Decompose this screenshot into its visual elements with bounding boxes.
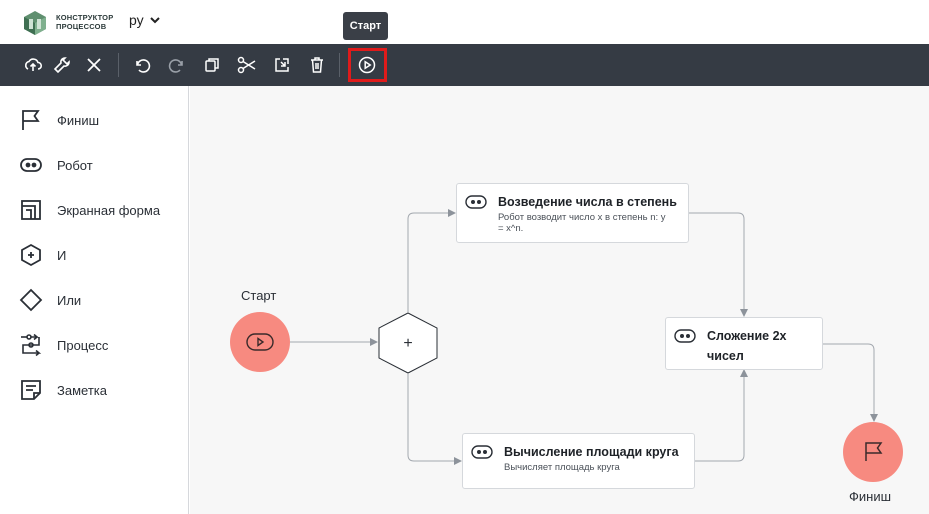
card-title: Вычисление площади круга <box>504 445 679 459</box>
card-description-line: = x^n. <box>498 223 524 234</box>
play-icon <box>246 333 274 351</box>
card-title-line: Сложение 2х <box>707 329 787 343</box>
start-node-label: Старт <box>241 288 277 303</box>
robot-icon <box>465 195 487 209</box>
edge-gate-area <box>407 374 462 465</box>
start-node[interactable] <box>230 312 290 372</box>
card-title: Возведение числа в степень <box>498 195 677 209</box>
card-description: Вычисляет площадь круга <box>504 462 620 473</box>
edge-area-sum <box>695 369 748 462</box>
card-description-line: Робот возводит число x в степень n: y <box>498 212 666 223</box>
card-description: Робот возводит число x в степень n: y = … <box>498 212 666 234</box>
finish-node[interactable] <box>843 422 903 482</box>
edge-power-sum <box>689 212 748 317</box>
and-gate-node[interactable]: + <box>378 312 438 374</box>
finish-node-label: Финиш <box>849 489 892 504</box>
robot-icon <box>674 329 696 343</box>
robot-card-area[interactable]: Вычисление площади круга Вычисляет площа… <box>462 433 695 489</box>
edge-sum-finish <box>823 343 878 422</box>
flag-icon <box>865 442 883 461</box>
robot-card-sum[interactable]: Сложение 2х чисел <box>665 317 823 370</box>
gate-symbol: + <box>403 335 412 352</box>
robot-card-power[interactable]: Возведение числа в степень Робот возводи… <box>456 183 689 243</box>
card-title-line: чисел <box>707 349 744 363</box>
robot-icon <box>471 445 493 459</box>
edge-gate-power <box>407 209 456 312</box>
card-title: Сложение 2х чисел <box>707 326 787 366</box>
